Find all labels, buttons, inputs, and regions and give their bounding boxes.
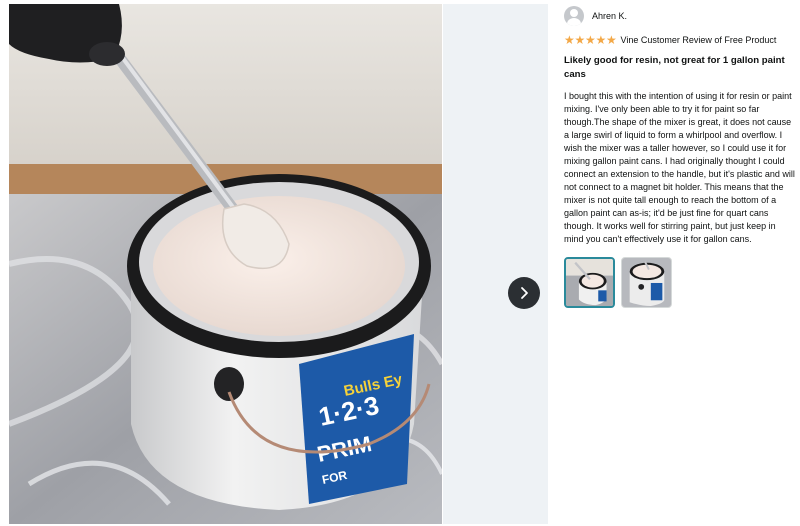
star-icon: ★ [574, 33, 586, 47]
vine-review-label: Vine Customer Review of Free Product [620, 35, 777, 45]
star-icon: ★ [564, 33, 575, 47]
thumbnail-1[interactable] [564, 257, 615, 308]
media-viewer: Bulls Ey 1·2·3 PRIM FOR [0, 0, 548, 526]
next-image-button[interactable] [508, 277, 540, 309]
reviewer-name[interactable]: Ahren K. [592, 11, 627, 21]
star-icon: ★ [595, 33, 607, 47]
chevron-right-icon [521, 287, 528, 299]
star-icon: ★ [606, 33, 617, 47]
rating-row: ★ ★ ★ ★ ★ Vine Customer Review of Free P… [564, 33, 796, 47]
reviewer-profile[interactable]: Ahren K. [564, 5, 796, 27]
review-title: Likely good for resin, not great for 1 g… [564, 55, 785, 80]
thumbnail-image [566, 259, 613, 306]
review-photo[interactable]: Bulls Ey 1·2·3 PRIM FOR [9, 4, 442, 524]
review-body: I bought this with the intention of usin… [564, 91, 795, 244]
paint-mixing-photo: Bulls Ey 1·2·3 PRIM FOR [9, 4, 442, 524]
review-image-thumbnails [564, 257, 796, 308]
star-rating: ★ ★ ★ ★ ★ [564, 34, 617, 46]
user-avatar-icon [564, 6, 584, 26]
thumbnail-image [622, 258, 671, 307]
review-panel: Ahren K. ★ ★ ★ ★ ★ Vine Customer Review … [564, 5, 796, 308]
star-icon: ★ [585, 33, 596, 47]
media-side-panel [443, 4, 548, 524]
thumbnail-2[interactable] [621, 257, 672, 308]
